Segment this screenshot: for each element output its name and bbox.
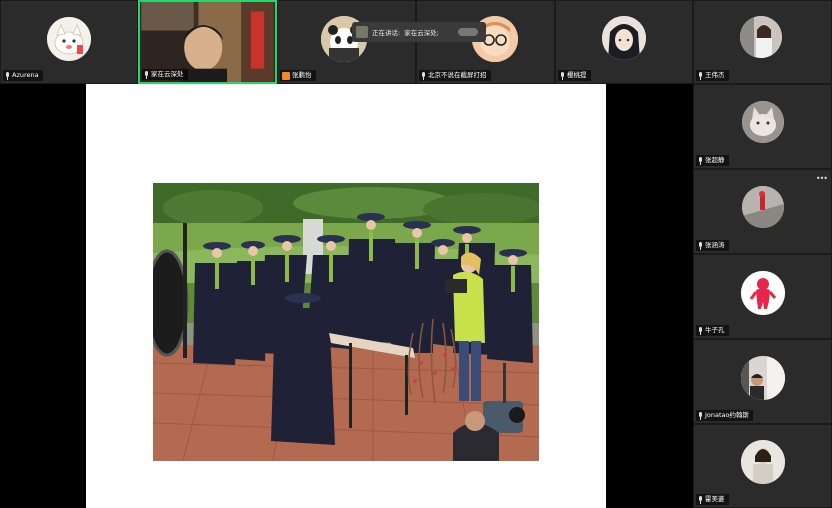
mic-icon — [698, 241, 703, 250]
video-tile-wang[interactable]: 王伟杰 — [693, 0, 832, 84]
anime-girl-avatar — [602, 16, 646, 60]
red-figure-avatar — [740, 270, 785, 315]
speaking-label: 正在讲话: — [372, 29, 401, 37]
speaker-thumbnail — [356, 26, 368, 38]
person-window-avatar — [740, 355, 785, 400]
red-object-avatar — [741, 185, 784, 228]
video-off-icon — [282, 71, 290, 80]
shared-photo-ceremony — [153, 183, 539, 461]
video-tile-active-speaker[interactable]: 家在云深处 — [138, 0, 277, 84]
video-tile-zhang-hantao[interactable]: ••• 张涵涛 — [693, 169, 832, 254]
participant-name-tag: 霍美菱 — [696, 494, 729, 505]
mic-icon — [421, 71, 426, 80]
mic-icon — [698, 411, 703, 420]
participant-name-tag: Jonatao约翰斯 — [696, 410, 754, 421]
participant-name-tag: 北京不说在截屏打招 — [419, 70, 491, 81]
shared-screen — [86, 84, 606, 508]
cat-photo-avatar — [741, 100, 784, 143]
video-tile-beijing[interactable]: 北京不说在截屏打招 — [416, 0, 555, 84]
participant-name-tag: 樱桃提 — [558, 70, 591, 81]
mic-icon — [560, 71, 565, 80]
woman-photo-avatar — [740, 440, 785, 484]
participant-name-tag: 牛子孔 — [696, 325, 729, 336]
video-tile-huo[interactable]: 霍美菱 — [693, 424, 832, 508]
video-tile-zhang-chaojing[interactable]: 张超静 — [693, 84, 832, 169]
cartoon-cat-avatar — [47, 17, 91, 61]
mic-icon — [698, 156, 703, 165]
mic-icon — [698, 326, 703, 335]
participant-name-tag: Azurena — [3, 70, 43, 81]
girl-photo-avatar — [739, 16, 782, 58]
participant-name-tag: 张鹏怡 — [280, 70, 316, 81]
mic-icon — [698, 495, 703, 504]
video-tile-azurena[interactable]: Azurena — [0, 0, 138, 84]
participant-name-tag: 张涵涛 — [696, 240, 729, 251]
video-tile-yingtao[interactable]: 樱桃提 — [555, 0, 693, 84]
more-icon[interactable]: ••• — [816, 174, 828, 183]
participant-name-tag: 家在云深处 — [142, 69, 188, 80]
video-tile-niu[interactable]: 牛子孔 — [693, 254, 832, 339]
speaking-indicator: 正在讲话: 家在云深处; — [352, 22, 486, 42]
participant-name-tag: 张超静 — [696, 155, 729, 166]
mic-icon — [698, 71, 703, 80]
mic-icon — [144, 70, 149, 79]
participant-name-tag: 王伟杰 — [696, 70, 729, 81]
mic-icon — [5, 71, 10, 80]
speaking-name: 家在云深处; — [404, 29, 439, 37]
video-tile-jonatao[interactable]: Jonatao约翰斯 — [693, 339, 832, 424]
audio-level-indicator — [458, 28, 478, 36]
video-tile-zhang[interactable]: 张鹏怡 — [277, 0, 416, 84]
